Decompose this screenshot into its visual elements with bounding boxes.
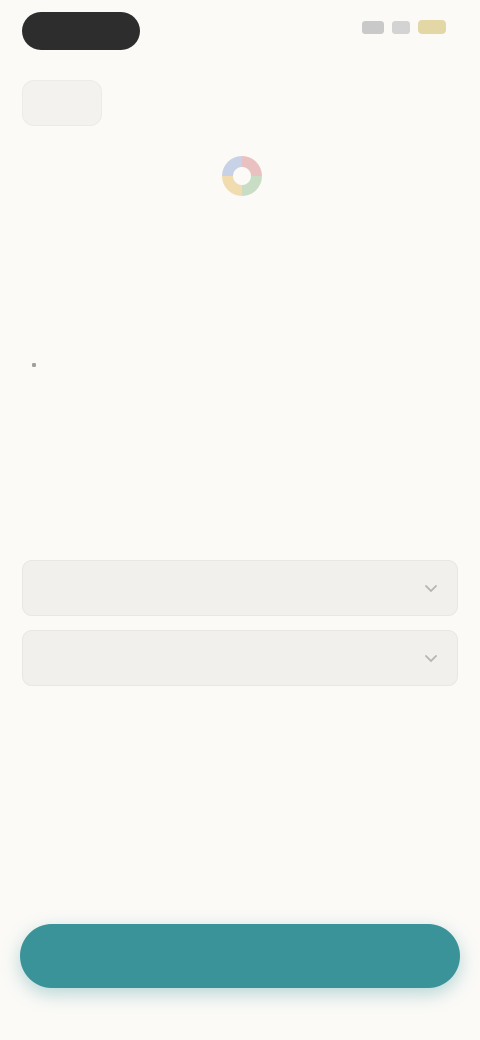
back-button[interactable] — [22, 80, 102, 126]
status-bar — [0, 0, 480, 64]
chevron-down-icon — [425, 585, 437, 593]
scope-selector[interactable] — [22, 630, 458, 686]
four-color-logo-icon — [216, 150, 268, 202]
account-selector[interactable] — [22, 560, 458, 616]
wifi-icon — [392, 20, 410, 34]
battery-icon — [418, 20, 446, 34]
permissions-section — [22, 332, 442, 367]
allow-button[interactable] — [20, 924, 460, 988]
chevron-down-icon — [425, 655, 437, 663]
signal-icon — [362, 20, 384, 34]
status-icons — [362, 20, 446, 34]
dynamic-island — [22, 12, 140, 50]
